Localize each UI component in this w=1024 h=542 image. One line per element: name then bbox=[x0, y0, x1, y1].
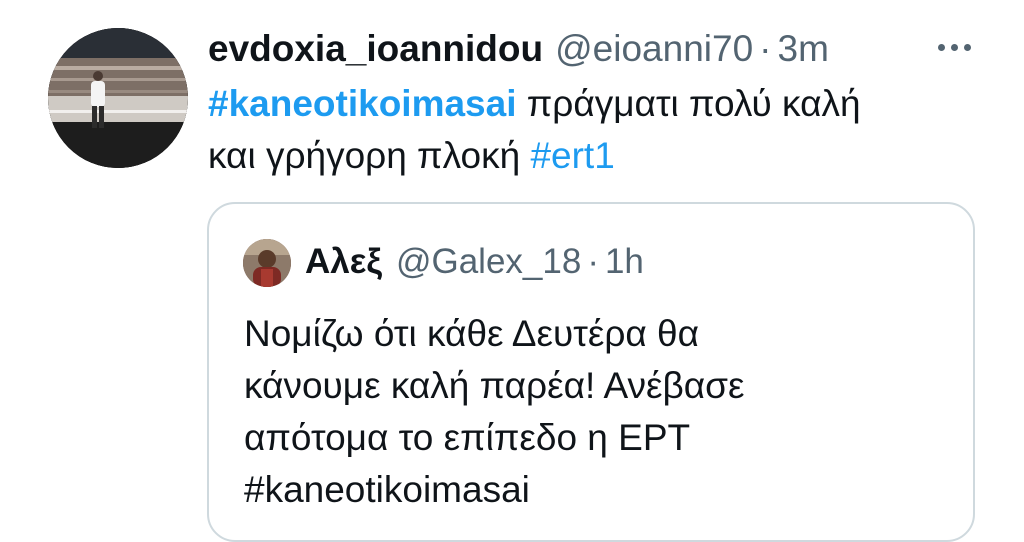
avatar-image bbox=[48, 28, 188, 168]
quoted-header: Αλεξ @Galex_18 · 1h bbox=[305, 234, 644, 290]
tweet-text-line: και γρήγορη πλοκή #ert1 bbox=[208, 130, 968, 182]
tweet-text: #kaneotikoimasai πράγματι πολύ καλή και … bbox=[208, 78, 968, 182]
avatar[interactable] bbox=[48, 28, 188, 168]
quoted-text-line: απότομα το επίπεδο η ΕΡΤ bbox=[244, 417, 691, 458]
quoted-text: Νομίζω ότι κάθε Δευτέρα θα κάνουμε καλή … bbox=[244, 308, 944, 516]
quoted-timestamp[interactable]: 1h bbox=[605, 242, 644, 282]
quoted-text-line: κάνουμε καλή παρέα! Ανέβασε bbox=[244, 365, 745, 406]
quoted-hashtag-line: #kaneotikoimasai bbox=[244, 469, 530, 510]
more-horizontal-icon bbox=[935, 43, 974, 51]
quoted-avatar[interactable] bbox=[243, 239, 291, 287]
quoted-display-name[interactable]: Αλεξ bbox=[305, 242, 382, 282]
quoted-avatar-image bbox=[243, 239, 291, 287]
user-handle[interactable]: @eioanni70 bbox=[555, 28, 753, 70]
timestamp[interactable]: 3m bbox=[778, 28, 829, 70]
more-options-button[interactable] bbox=[930, 32, 978, 62]
tweet-text-fragment: και γρήγορη πλοκή bbox=[208, 135, 531, 176]
quoted-user-handle[interactable]: @Galex_18 bbox=[396, 242, 581, 282]
tweet[interactable]: evdoxia_ioannidou @eioanni70 · 3m #kaneo… bbox=[0, 0, 1024, 542]
quoted-tweet[interactable]: Αλεξ @Galex_18 · 1h Νομίζω ότι κάθε Δευτ… bbox=[207, 202, 975, 542]
tweet-header: evdoxia_ioannidou @eioanni70 · 3m bbox=[208, 22, 829, 76]
hashtag-link[interactable]: #kaneotikoimasai bbox=[208, 83, 516, 124]
separator-dot: · bbox=[759, 28, 772, 69]
tweet-text-line: #kaneotikoimasai πράγματι πολύ καλή bbox=[208, 78, 968, 130]
display-name[interactable]: evdoxia_ioannidou bbox=[208, 28, 543, 70]
hashtag-link[interactable]: #ert1 bbox=[530, 135, 614, 176]
tweet-text-fragment: πράγματι πολύ καλή bbox=[516, 83, 861, 124]
quoted-text-line: Νομίζω ότι κάθε Δευτέρα θα bbox=[244, 313, 700, 354]
separator-dot: · bbox=[587, 242, 599, 281]
